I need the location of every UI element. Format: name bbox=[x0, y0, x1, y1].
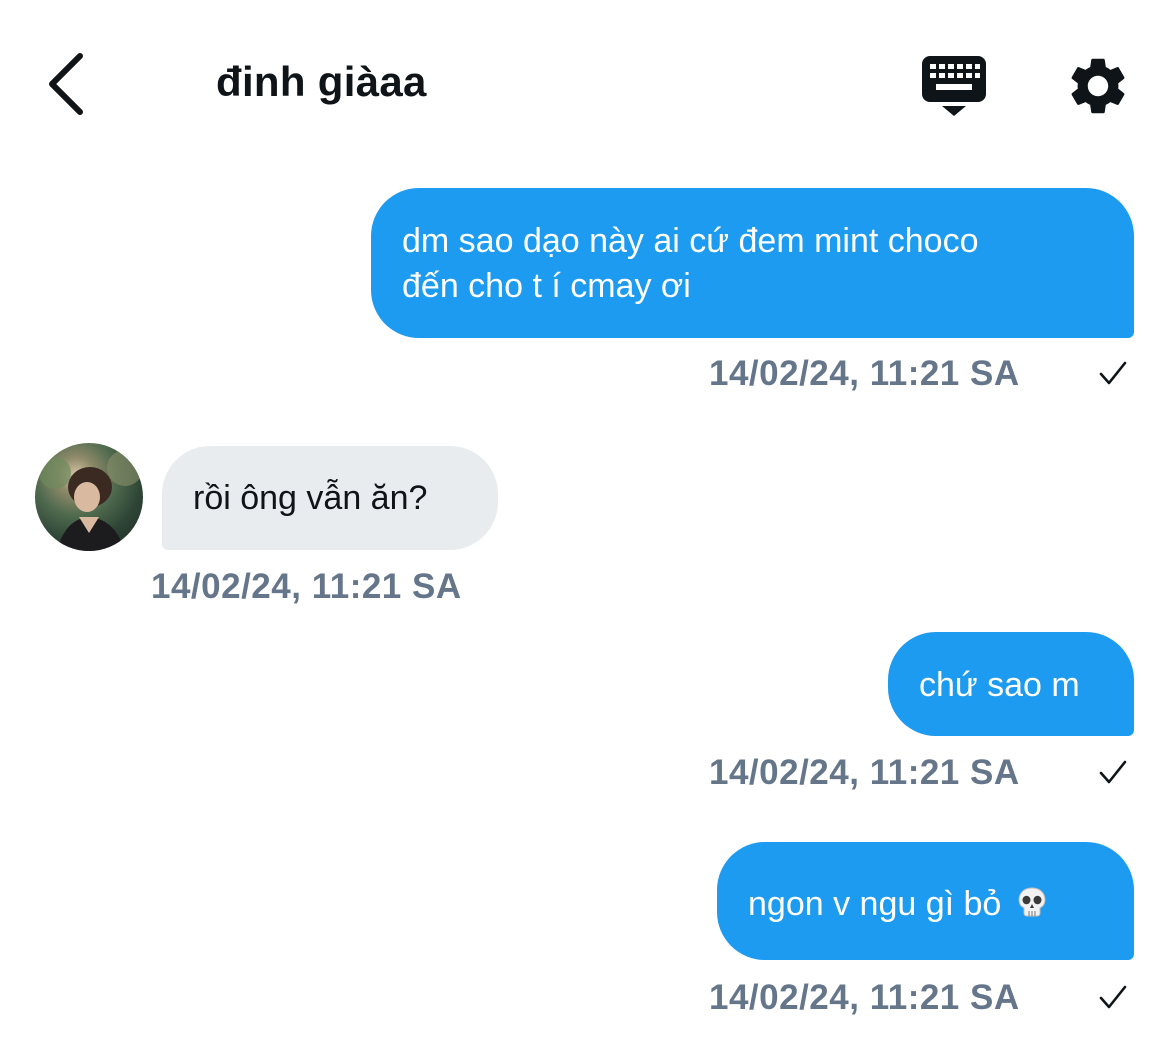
message-timestamp: 14/02/24, 11:21 SA bbox=[709, 753, 1020, 792]
message-timestamp: 14/02/24, 11:21 SA bbox=[151, 567, 462, 606]
chevron-left-icon bbox=[49, 53, 83, 115]
outgoing-message-bubble[interactable]: dm sao dạo này ai cứ đem mint choco đến … bbox=[371, 188, 1134, 338]
conversation-header: đinh giàaa bbox=[0, 0, 1170, 150]
message-text-line: đến cho t í cmay ơi bbox=[402, 267, 691, 305]
skull-emoji-icon bbox=[1018, 887, 1046, 917]
checkmark-icon bbox=[1099, 985, 1127, 1009]
message-timestamp: 14/02/24, 11:21 SA bbox=[709, 354, 1020, 393]
avatar[interactable] bbox=[35, 443, 143, 551]
back-button[interactable] bbox=[36, 46, 100, 122]
settings-button[interactable] bbox=[1064, 52, 1132, 120]
message-timestamp: 14/02/24, 11:21 SA bbox=[709, 978, 1020, 1017]
checkmark-icon bbox=[1099, 760, 1127, 784]
message-content: ngon v ngu gì bỏ bbox=[748, 882, 1108, 927]
outgoing-message-bubble[interactable]: ngon v ngu gì bỏ bbox=[717, 842, 1134, 960]
incoming-message-bubble[interactable]: rồi ông vẫn ăn? bbox=[162, 446, 498, 550]
avatar-photo bbox=[39, 450, 143, 551]
message-text: rồi ông vẫn ăn? bbox=[193, 479, 428, 517]
checkmark-icon bbox=[1099, 361, 1127, 385]
outgoing-message-bubble[interactable]: chứ sao m bbox=[888, 632, 1134, 736]
conversation-title[interactable]: đinh giàaa bbox=[216, 58, 427, 106]
message-text: ngon v ngu gì bỏ bbox=[748, 885, 1002, 923]
message-text-line: dm sao dạo này ai cứ đem mint choco bbox=[402, 222, 979, 260]
message-text: chứ sao m bbox=[919, 666, 1080, 704]
keyboard-button[interactable] bbox=[918, 54, 990, 120]
keyboard-hide-icon bbox=[922, 56, 986, 116]
gear-icon bbox=[1071, 58, 1125, 114]
